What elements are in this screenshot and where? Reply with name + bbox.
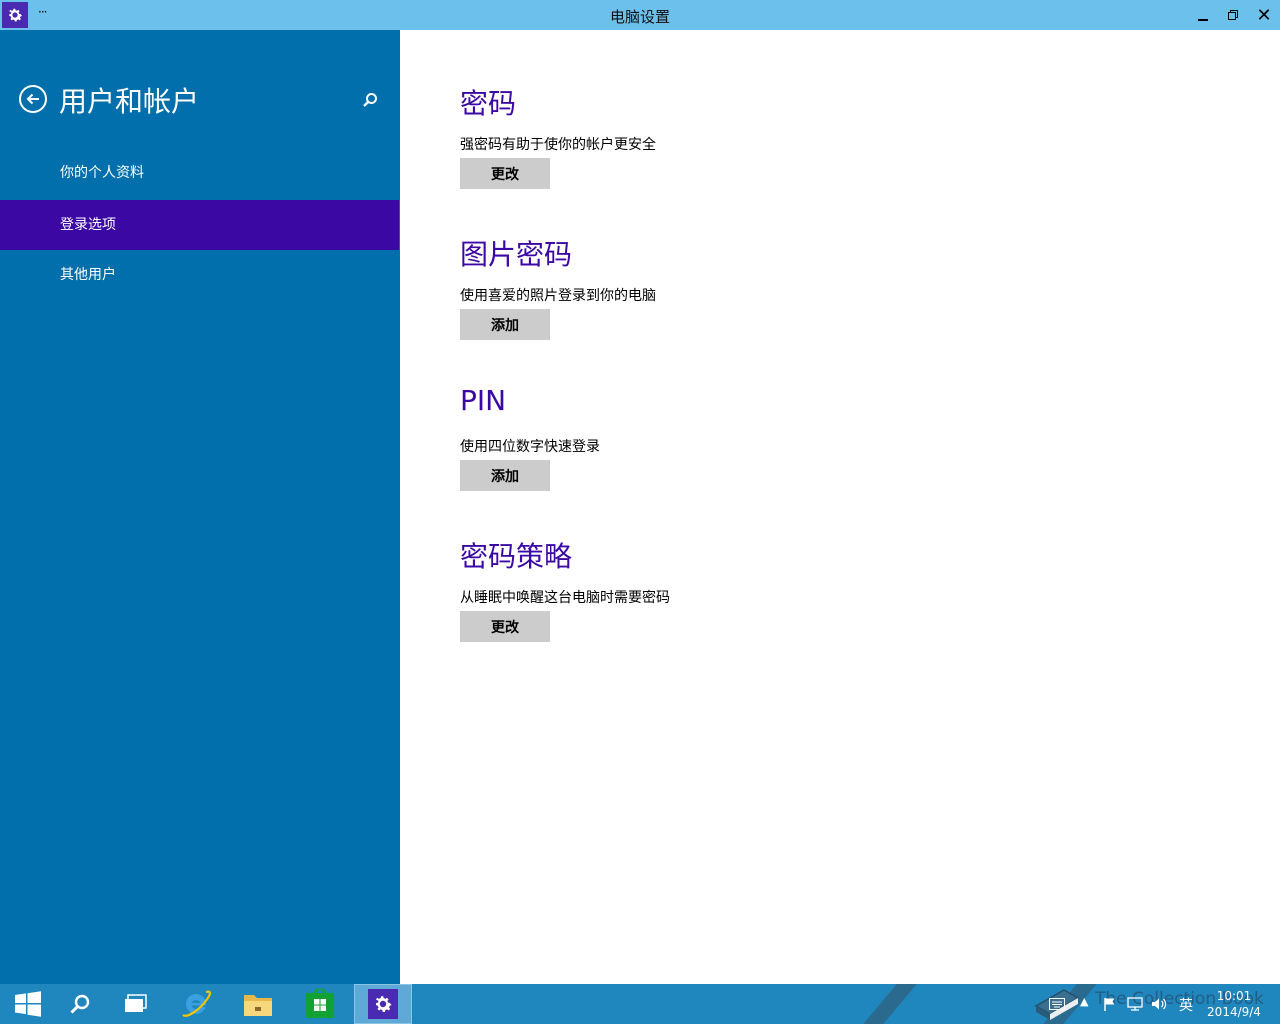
clock-date: 2014/9/4 [1207, 1005, 1261, 1019]
task-view-button[interactable] [108, 984, 164, 1024]
section-heading: 图片密码 [460, 238, 573, 271]
close-icon: ✕ [1256, 4, 1272, 26]
change-password-policy-button[interactable]: 更改 [460, 611, 550, 642]
clock-time: 10:01 [1216, 989, 1252, 1003]
section-description: 从睡眠中唤醒这台电脑时需要密码 [460, 590, 670, 606]
volume-icon[interactable] [1151, 997, 1167, 1011]
task-view-icon [125, 994, 147, 1012]
start-button[interactable] [0, 984, 56, 1024]
change-password-button[interactable]: 更改 [460, 158, 550, 189]
back-arrow-icon [26, 93, 39, 105]
section-heading: 密码策略 [460, 540, 573, 573]
sidebar: 用户和帐户 你的个人资料 登录选项 其他用户 [0, 30, 400, 984]
title-bar: ··· 电脑设置 ✕ [0, 0, 1280, 30]
taskbar-search-button[interactable] [52, 984, 108, 1024]
add-pin-button[interactable]: 添加 [460, 460, 550, 491]
sidebar-title: 用户和帐户 [59, 85, 200, 118]
store-icon [306, 989, 334, 1018]
restore-icon [1228, 10, 1238, 20]
main-content: 密码 强密码有助于使你的帐户更安全 更改 图片密码 使用喜爱的照片登录到你的电脑… [460, 30, 1240, 984]
store-button[interactable] [292, 984, 348, 1024]
search-icon [70, 994, 90, 1014]
window-title: 电脑设置 [609, 8, 670, 26]
sidebar-item-profile[interactable]: 你的个人资料 [0, 148, 399, 198]
restore-button[interactable] [1218, 0, 1248, 30]
file-explorer-button[interactable] [230, 984, 286, 1024]
minimize-icon [1198, 19, 1208, 21]
minimize-button[interactable] [1188, 0, 1218, 30]
network-icon[interactable] [1127, 997, 1143, 1011]
clock[interactable]: 10:01 2014/9/4 [1203, 988, 1265, 1020]
keyboard-icon[interactable] [1049, 998, 1065, 1010]
input-language-indicator[interactable]: 英 [1179, 995, 1193, 1015]
start-icon [15, 991, 41, 1017]
decorative-stripe [863, 984, 917, 1024]
sidebar-item-sign-in-options[interactable]: 登录选项 [0, 200, 399, 250]
settings-icon [368, 989, 398, 1019]
search-button[interactable] [360, 90, 380, 110]
section-heading: PIN [460, 384, 507, 417]
back-button[interactable] [19, 85, 47, 113]
section-description: 强密码有助于使你的帐户更安全 [460, 137, 656, 153]
section-description: 使用四位数字快速登录 [460, 439, 600, 455]
taskbar: The Collection Book ▲ 英 10:01 2014/9/4 [0, 984, 1280, 1024]
internet-explorer-icon [182, 990, 212, 1017]
show-hidden-icons-icon[interactable]: ▲ [1080, 995, 1088, 1008]
section-description: 使用喜爱的照片登录到你的电脑 [460, 288, 656, 304]
search-icon [363, 93, 377, 107]
action-center-flag-icon[interactable] [1103, 997, 1117, 1011]
section-heading: 密码 [460, 87, 517, 120]
internet-explorer-button[interactable] [168, 984, 224, 1024]
close-button[interactable]: ✕ [1249, 0, 1279, 30]
add-picture-password-button[interactable]: 添加 [460, 309, 550, 340]
sidebar-item-other-users[interactable]: 其他用户 [0, 250, 399, 300]
settings-taskbar-button[interactable] [354, 984, 412, 1024]
file-explorer-icon [244, 995, 272, 1016]
